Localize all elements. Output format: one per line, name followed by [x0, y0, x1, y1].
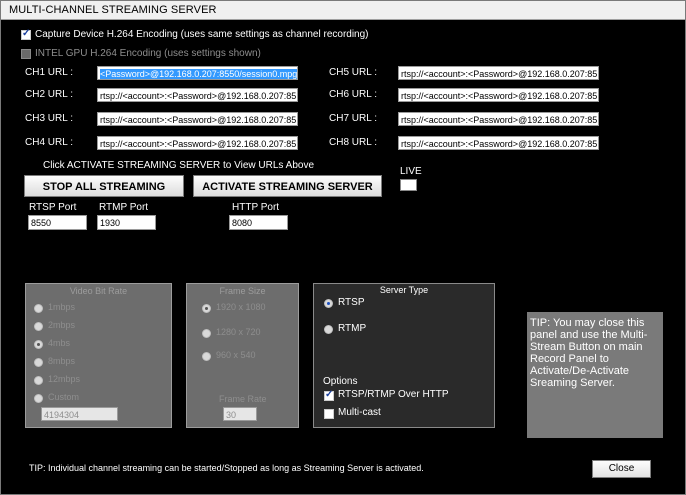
multicast-label: Multi-cast	[338, 407, 381, 418]
http-port-input[interactable]: 8080	[229, 215, 288, 230]
server-type-title: Server Type	[379, 285, 429, 295]
server-rtsp-radio[interactable]	[324, 299, 333, 308]
activate-hint: Click ACTIVATE STREAMING SERVER to View …	[43, 160, 315, 171]
ch8-url-field[interactable]: rtsp://<account>:<Password>@192.168.0.20…	[398, 136, 599, 150]
bitrate-2mbps-radio[interactable]	[34, 322, 43, 331]
ch1-url-value: <Password>@192.168.0.207:8550/session0.m…	[100, 69, 298, 79]
ch7-url-value: rtsp://<account>:<Password>@192.168.0.20…	[401, 115, 598, 125]
bitrate-4mbs-radio[interactable]	[34, 340, 43, 349]
ch3-url-value: rtsp://<account>:<Password>@192.168.0.20…	[100, 115, 297, 125]
ch1-label: CH1 URL :	[25, 67, 73, 78]
http-port-label: HTTP Port	[232, 202, 280, 213]
frame-1280-label: 1280 x 720	[216, 327, 261, 337]
ch6-url-value: rtsp://<account>:<Password>@192.168.0.20…	[401, 91, 598, 101]
close-button[interactable]: Close	[592, 460, 651, 478]
frame-1920-radio[interactable]	[202, 304, 211, 313]
ch7-url-field[interactable]: rtsp://<account>:<Password>@192.168.0.20…	[398, 112, 599, 126]
bitrate-custom-label: Custom	[48, 392, 80, 402]
ch3-label: CH3 URL :	[25, 113, 73, 124]
activate-streaming-server-button[interactable]: ACTIVATE STREAMING SERVER	[193, 175, 382, 197]
ch4-url-value: rtsp://<account>:<Password>@192.168.0.20…	[100, 139, 297, 149]
rtsp-port-input[interactable]: 8550	[28, 215, 87, 230]
video-bit-rate-group: Video Bit Rate 1mbps 2mbps 4mbs 8mbps 12…	[25, 283, 172, 428]
intel-gpu-checkbox[interactable]	[21, 49, 31, 59]
capture-h264-checkbox[interactable]	[21, 28, 31, 40]
frame-size-group: Frame Size 1920 x 1080 1280 x 720 960 x …	[186, 283, 299, 428]
main-panel: Capture Device H.264 Encoding (uses same…	[2, 20, 685, 494]
ch7-label: CH7 URL :	[329, 113, 377, 124]
capture-h264-label: Capture Device H.264 Encoding (uses same…	[35, 29, 369, 40]
ch1-url-field[interactable]: <Password>@192.168.0.207:8550/session0.m…	[97, 66, 298, 80]
options-label: Options	[323, 376, 358, 387]
ch5-url-value: rtsp://<account>:<Password>@192.168.0.20…	[401, 69, 598, 79]
bitrate-12mbps-radio[interactable]	[34, 376, 43, 385]
footer-tip: TIP: Individual channel streaming can be…	[29, 463, 424, 473]
frame-1920-label: 1920 x 1080	[216, 302, 266, 312]
frame-rate-input[interactable]: 30	[223, 407, 257, 421]
server-rtmp-radio[interactable]	[324, 325, 333, 334]
frame-rate-label: Frame Rate	[219, 394, 267, 404]
ch5-url-field[interactable]: rtsp://<account>:<Password>@192.168.0.20…	[398, 66, 599, 80]
bitrate-8mbps-radio[interactable]	[34, 358, 43, 367]
ch4-label: CH4 URL :	[25, 137, 73, 148]
tip-box: TIP: You may close this panel and use th…	[527, 312, 663, 438]
title-bar: MULTI-CHANNEL STREAMING SERVER	[1, 1, 685, 20]
multicast-checkbox[interactable]	[324, 409, 334, 419]
frame-1280-radio[interactable]	[202, 329, 211, 338]
server-type-group: Server Type RTSP RTMP Options RTSP/RTMP …	[313, 283, 495, 428]
bitrate-12mbps-label: 12mbps	[48, 374, 81, 384]
ch4-url-field[interactable]: rtsp://<account>:<Password>@192.168.0.20…	[97, 136, 298, 150]
window-title: MULTI-CHANNEL STREAMING SERVER	[9, 4, 217, 16]
ch6-label: CH6 URL :	[329, 89, 377, 100]
ch5-label: CH5 URL :	[329, 67, 377, 78]
rtmp-port-label: RTMP Port	[99, 202, 149, 213]
over-http-label: RTSP/RTMP Over HTTP	[338, 389, 449, 400]
ch3-url-field[interactable]: rtsp://<account>:<Password>@192.168.0.20…	[97, 112, 298, 126]
frame-size-title: Frame Size	[219, 286, 266, 296]
video-bit-rate-title: Video Bit Rate	[69, 286, 128, 296]
bitrate-4mbs-label: 4mbs	[48, 338, 71, 348]
stop-all-streaming-button[interactable]: STOP ALL STREAMING	[24, 175, 184, 197]
ch8-label: CH8 URL :	[329, 137, 377, 148]
custom-bitrate-input[interactable]: 4194304	[41, 407, 118, 421]
ch2-url-field[interactable]: rtsp://<account>:<Password>@192.168.0.20…	[97, 88, 298, 102]
ch8-url-value: rtsp://<account>:<Password>@192.168.0.20…	[401, 139, 598, 149]
rtmp-port-input[interactable]: 1930	[97, 215, 156, 230]
intel-gpu-label: INTEL GPU H.264 Encoding (uses settings …	[35, 48, 261, 59]
ch6-url-field[interactable]: rtsp://<account>:<Password>@192.168.0.20…	[398, 88, 599, 102]
ch2-label: CH2 URL :	[25, 89, 73, 100]
bitrate-1mbps-label: 1mbps	[48, 302, 76, 312]
server-rtsp-label: RTSP	[338, 297, 365, 308]
bitrate-1mbps-radio[interactable]	[34, 304, 43, 313]
over-http-checkbox[interactable]	[324, 389, 334, 401]
streaming-server-window: MULTI-CHANNEL STREAMING SERVER Capture D…	[0, 0, 686, 495]
rtsp-port-label: RTSP Port	[29, 202, 77, 213]
bitrate-custom-radio[interactable]	[34, 394, 43, 403]
live-label: LIVE	[400, 166, 422, 177]
bitrate-2mbps-label: 2mbps	[48, 320, 76, 330]
bitrate-8mbps-label: 8mbps	[48, 356, 76, 366]
frame-960-label: 960 x 540	[216, 350, 256, 360]
ch2-url-value: rtsp://<account>:<Password>@192.168.0.20…	[100, 91, 297, 101]
frame-960-radio[interactable]	[202, 352, 211, 361]
server-rtmp-label: RTMP	[338, 323, 367, 334]
live-indicator	[400, 179, 417, 191]
